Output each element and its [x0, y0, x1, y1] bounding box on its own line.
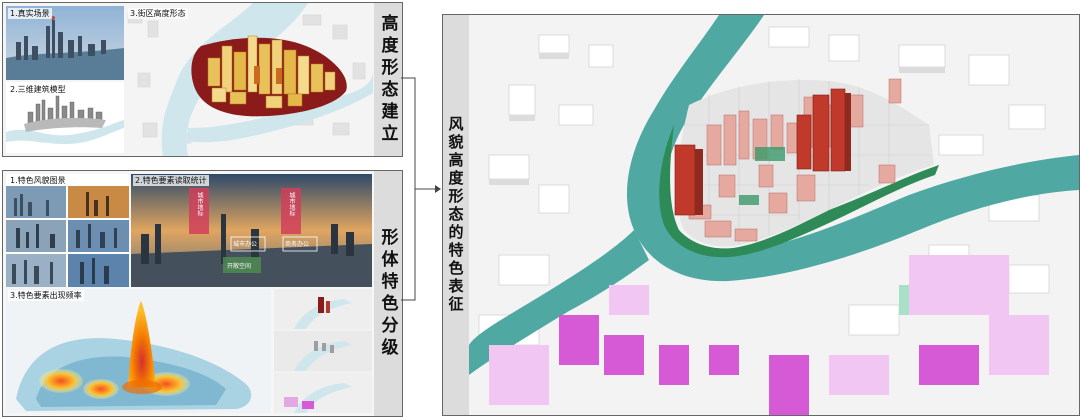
tag-business-office: 商务办公 [285, 241, 310, 248]
side-title-feature-representation: 风貌高度形态的特色表征 [446, 116, 465, 314]
feature-element-reading: 城市地标 城市地标 城市办公 商务办公 开敞空间 2.特色要素读取统计 [131, 174, 372, 287]
caption-feature-landscape: 1.特色风貌图景 [8, 175, 68, 186]
building-model-view: 2.三维建筑模型 [6, 82, 124, 153]
feature-map-3d [469, 15, 1079, 415]
block-height-form-view: 3.街区高度形态 [126, 6, 373, 153]
caption-block-height: 3.街区高度形态 [128, 8, 188, 19]
panel-height-form: 1.真实场景 2.三维建筑模型 3.街区高度形态 高度形态建立 [2, 2, 403, 157]
real-scene-photo: 1.真实场景 [6, 6, 124, 80]
panel-form-grading: 1.特色风貌图景 城市地标 城市地标 城市办公 商务办公 开敞空间 2.特色要素… [2, 170, 403, 417]
feature-landscape-grid: 1.特色风貌图景 [6, 174, 129, 287]
caption-real-scene: 1.真实场景 [8, 8, 52, 19]
sidebar-height-form: 高度形态建立 [374, 3, 402, 156]
banner-landmark-left: 城市地标 [196, 192, 203, 216]
tag-city-office: 城市办公 [233, 241, 258, 248]
panel-feature-representation: 风貌高度形态的特色表征 [442, 14, 1080, 416]
banner-landmark-right: 城市地标 [288, 192, 295, 216]
side-title-height-form: 高度形态建立 [377, 13, 398, 146]
graded-maps-stack [274, 289, 372, 413]
side-title-form-grading: 形体特色分级 [377, 227, 398, 360]
feature-frequency-heatmap: 3.特色要素出现频率 [6, 289, 271, 413]
sidebar-feature-representation: 风貌高度形态的特色表征 [443, 15, 469, 415]
tag-open-space: 开敞空间 [227, 263, 252, 270]
connector-bracket [401, 77, 441, 301]
caption-feature-reading: 2.特色要素读取统计 [133, 175, 209, 186]
caption-3d-model: 2.三维建筑模型 [8, 84, 68, 95]
sidebar-form-grading: 形体特色分级 [374, 171, 402, 416]
caption-feature-frequency: 3.特色要素出现频率 [8, 290, 84, 301]
